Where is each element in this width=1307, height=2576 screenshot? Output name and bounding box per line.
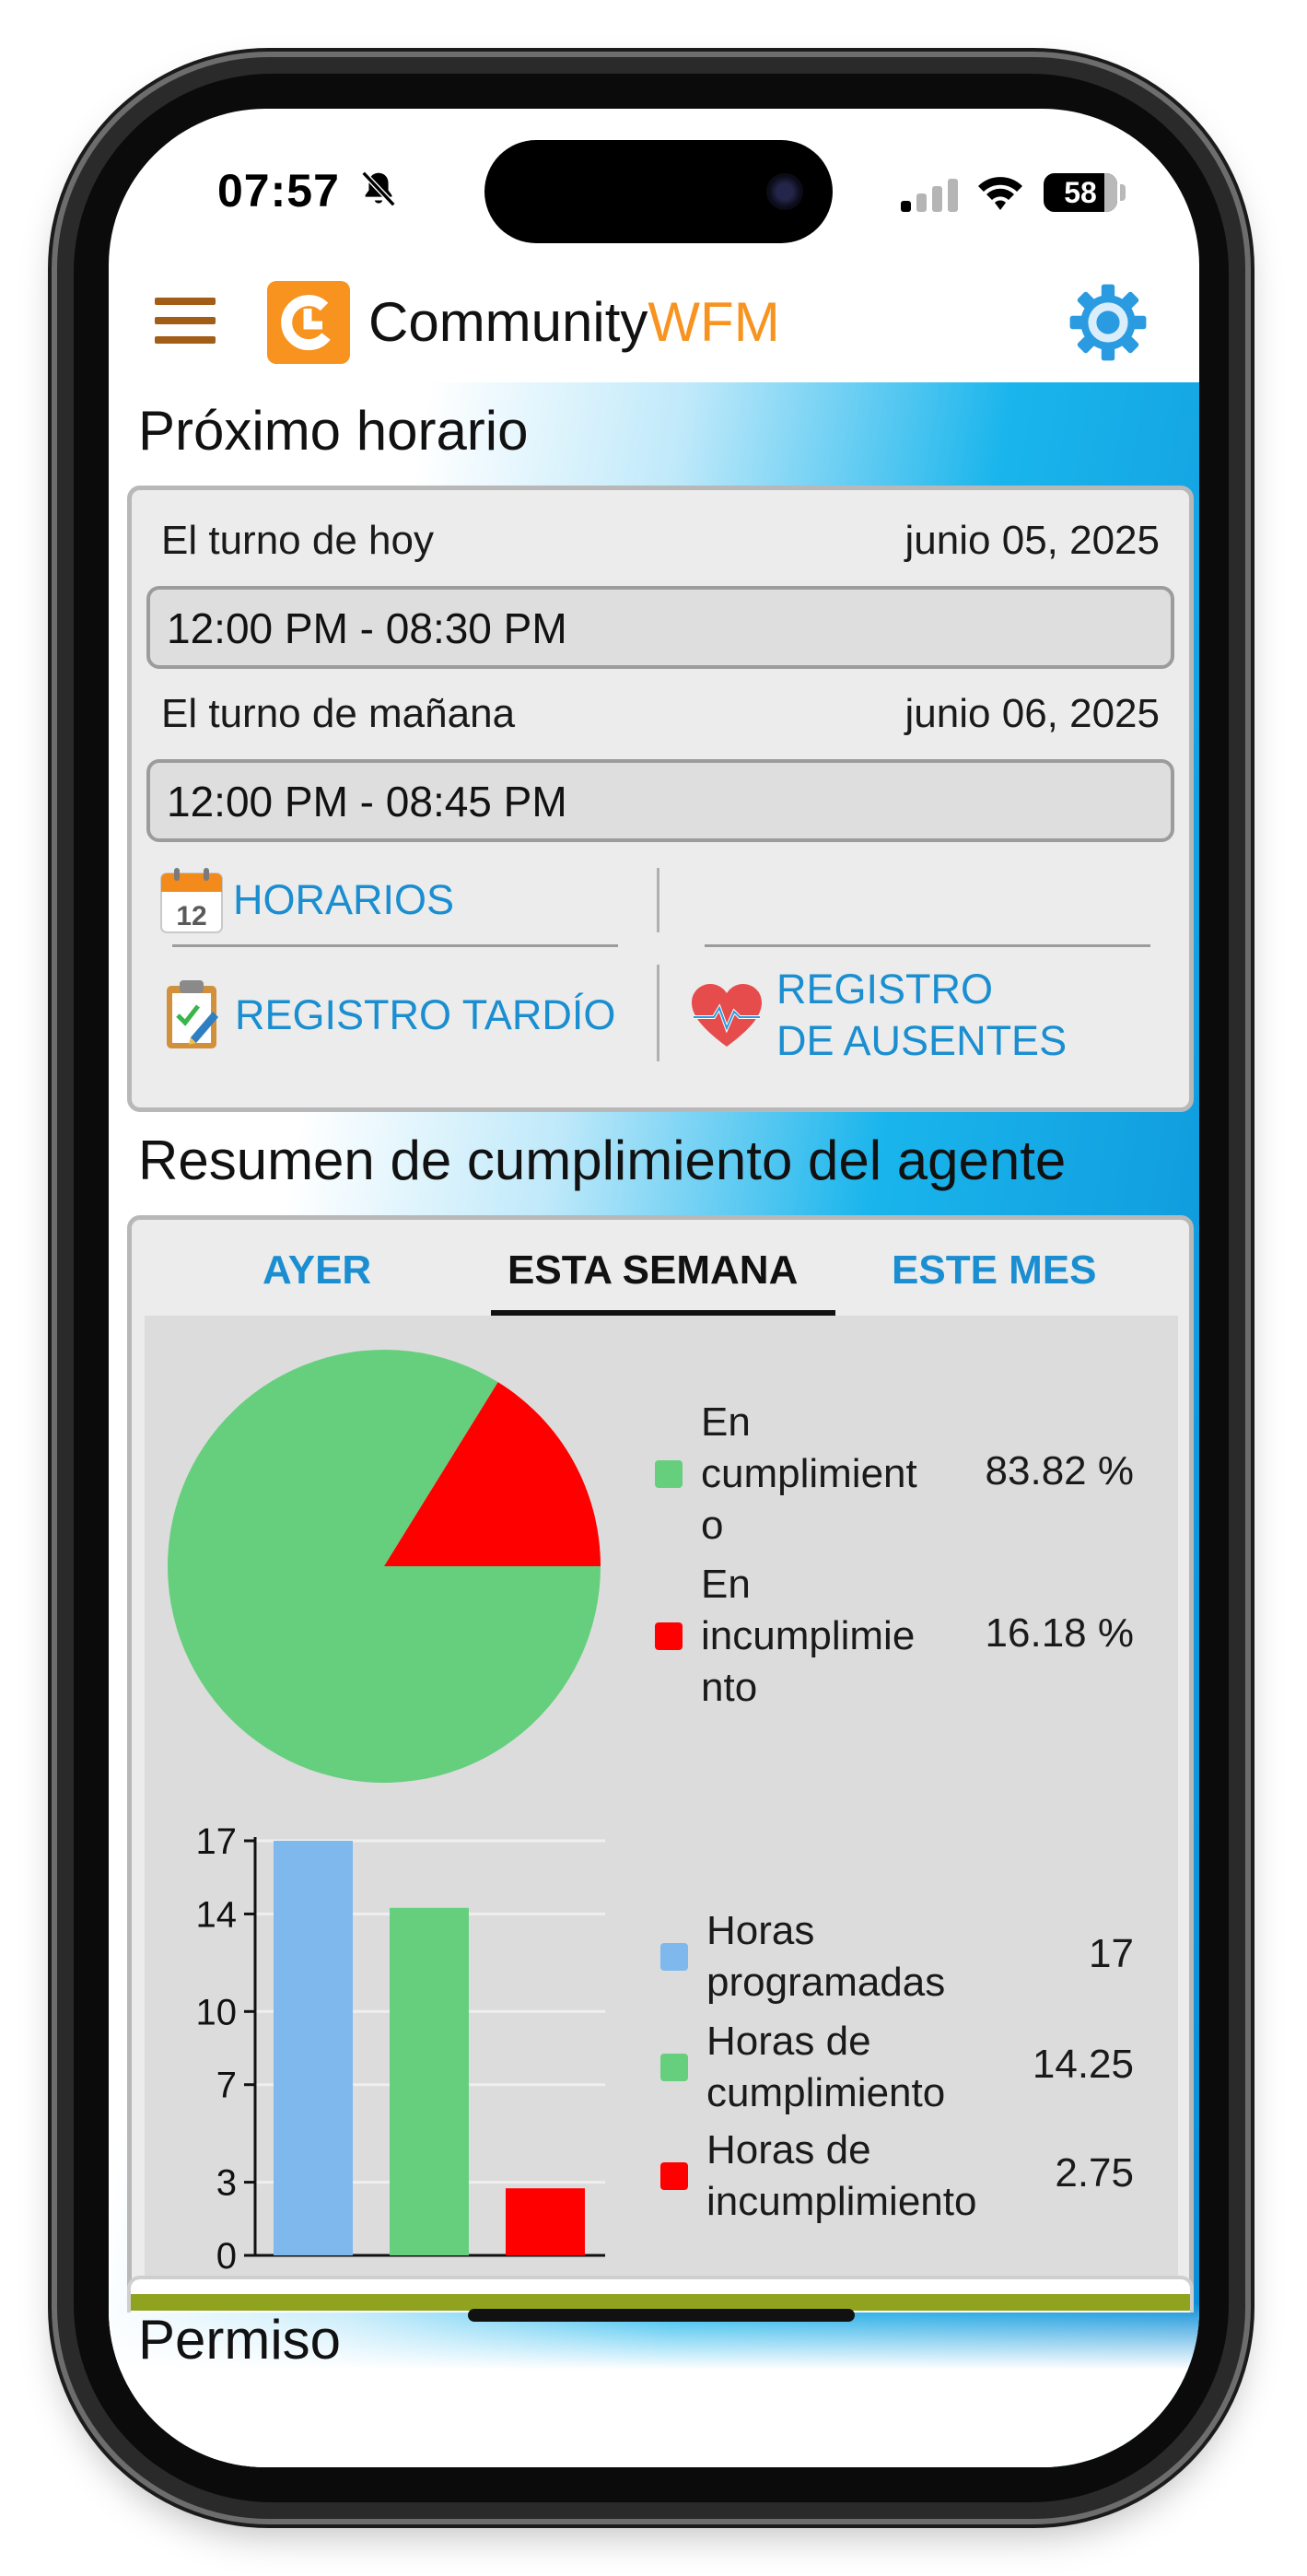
link-divider-right	[705, 944, 1150, 947]
legend-swatch-red	[655, 1622, 683, 1650]
horarios-link[interactable]: 12 HORARIOS	[159, 866, 454, 934]
legend-swatch-green	[655, 1460, 683, 1488]
registro-ausentes-label-1: REGISTRO	[776, 966, 994, 1013]
y-tick-label: 0	[216, 2236, 237, 2277]
legend-label-line: En	[701, 1562, 751, 1607]
bar-legend-cumplimiento: Horas de cumplimiento	[660, 2016, 945, 2119]
today-shift-time: 12:00 PM - 08:30 PM	[146, 586, 1174, 669]
legend-swatch-blue	[660, 1943, 688, 1971]
status-bar: 07:57 58	[109, 109, 1199, 270]
wifi-icon	[978, 177, 1022, 210]
legend-label-line: Horas de	[706, 2127, 871, 2172]
clipboard-check-icon	[167, 980, 218, 1048]
legend-label-line: o	[701, 1503, 724, 1548]
registro-tardio-label: REGISTRO TARDÍO	[235, 991, 616, 1038]
link-divider-vertical-bottom	[657, 965, 659, 1061]
pie-value-incumplimiento: 16.18 %	[985, 1610, 1134, 1656]
permiso-title: Permiso	[138, 2309, 342, 2371]
legend-label-line: cumplimiento	[706, 2070, 946, 2115]
brand-primary: Community	[368, 291, 648, 353]
bar-1	[274, 1841, 353, 2255]
power-button	[1245, 866, 1254, 1170]
bell-off-icon	[361, 170, 396, 207]
tab-este-mes[interactable]: ESTE MES	[892, 1247, 1097, 1294]
pie-chart	[167, 1350, 601, 1783]
tomorrow-shift-time: 12:00 PM - 08:45 PM	[146, 759, 1174, 842]
phone-screen: 07:57 58 CommunityWFM Próximo horario El…	[109, 109, 1199, 2467]
bar-2	[390, 1907, 469, 2255]
brand-accent: WFM	[648, 291, 780, 353]
main-content: Próximo horario El turno de hoy junio 05…	[109, 382, 1199, 2467]
today-shift-date: junio 05, 2025	[904, 518, 1160, 563]
legend-label-line: nto	[701, 1665, 758, 1710]
bar-value-incumplimiento: 2.75	[1055, 2150, 1134, 2195]
compliance-title: Resumen de cumplimiento del agente	[138, 1130, 1067, 1191]
tomorrow-shift-label: El turno de mañana	[161, 691, 516, 736]
hamburger-menu-icon[interactable]	[155, 298, 216, 347]
tab-esta-semana[interactable]: ESTA SEMANA	[508, 1247, 798, 1294]
tomorrow-shift-date: junio 06, 2025	[904, 691, 1160, 736]
schedule-title: Próximo horario	[138, 400, 529, 462]
cellular-signal-icon	[901, 179, 958, 212]
registro-ausentes-label-2: DE AUSENTES	[776, 1017, 1068, 1064]
legend-label-line: En	[701, 1399, 751, 1445]
today-shift-label: El turno de hoy	[161, 518, 434, 563]
legend-label-line: Horas	[706, 1908, 815, 1953]
link-divider-left	[172, 944, 618, 947]
bar-legend-incumplimiento: Horas de incumplimiento	[660, 2125, 976, 2228]
app-header: CommunityWFM	[109, 270, 1199, 382]
pie-value-cumplimiento: 83.82 %	[985, 1448, 1134, 1493]
horarios-link-label: HORARIOS	[233, 876, 455, 923]
link-divider-vertical-top	[657, 868, 659, 932]
legend-label-line: incumplimiento	[706, 2179, 977, 2224]
pie-legend-incumplimiento: En incumplimie nto	[655, 1559, 915, 1714]
bar-3	[506, 2188, 585, 2255]
y-tick-label: 3	[216, 2163, 237, 2204]
brand-name: CommunityWFM	[368, 290, 780, 354]
y-tick-label: 7	[216, 2066, 237, 2106]
y-tick-label: 17	[196, 1821, 238, 1862]
tab-ayer[interactable]: AYER	[263, 1247, 371, 1294]
front-camera-icon	[766, 173, 803, 210]
legend-label-line: incumplimie	[701, 1613, 916, 1658]
compliance-panel: AYER ESTA SEMANA ESTE MES En cumplimient…	[127, 1215, 1194, 2307]
heart-pulse-icon	[692, 984, 762, 1047]
gear-icon[interactable]	[1067, 281, 1149, 364]
legend-swatch-green	[660, 2054, 688, 2081]
legend-label-line: programadas	[706, 1960, 946, 2005]
bar-legend-programadas: Horas programadas	[660, 1905, 945, 2008]
bar-value-programadas: 17	[1089, 1931, 1134, 1976]
pie-legend-cumplimiento: En cumplimient o	[655, 1397, 917, 1551]
battery-level: 58	[1064, 176, 1097, 209]
registro-ausentes-link[interactable]: REGISTRO DE AUSENTES	[690, 964, 1067, 1067]
calendar-icon: 12	[160, 868, 223, 933]
logo-icon	[267, 281, 350, 364]
bar-chart: 0 3 7 10 14 17	[196, 1821, 605, 2277]
schedule-panel: El turno de hoy junio 05, 2025 12:00 PM …	[127, 486, 1194, 1112]
home-indicator[interactable]	[468, 2309, 855, 2322]
bar-value-cumplimiento: 14.25	[1032, 2042, 1134, 2087]
battery-tip	[1120, 184, 1126, 201]
calendar-day: 12	[176, 901, 206, 931]
legend-swatch-red	[660, 2162, 688, 2190]
y-tick-label: 10	[196, 1992, 238, 2032]
status-time: 07:57	[217, 165, 340, 217]
registro-tardio-link[interactable]: REGISTRO TARDÍO	[163, 978, 615, 1052]
chart-area: En cumplimient o 83.82 % En incumplimie …	[145, 1316, 1178, 2288]
legend-label-line: Horas de	[706, 2019, 871, 2064]
legend-label-line: cumplimient	[701, 1451, 917, 1496]
y-tick-label: 14	[196, 1894, 238, 1935]
dynamic-island	[484, 140, 833, 243]
battery-icon: 58	[1044, 173, 1117, 212]
